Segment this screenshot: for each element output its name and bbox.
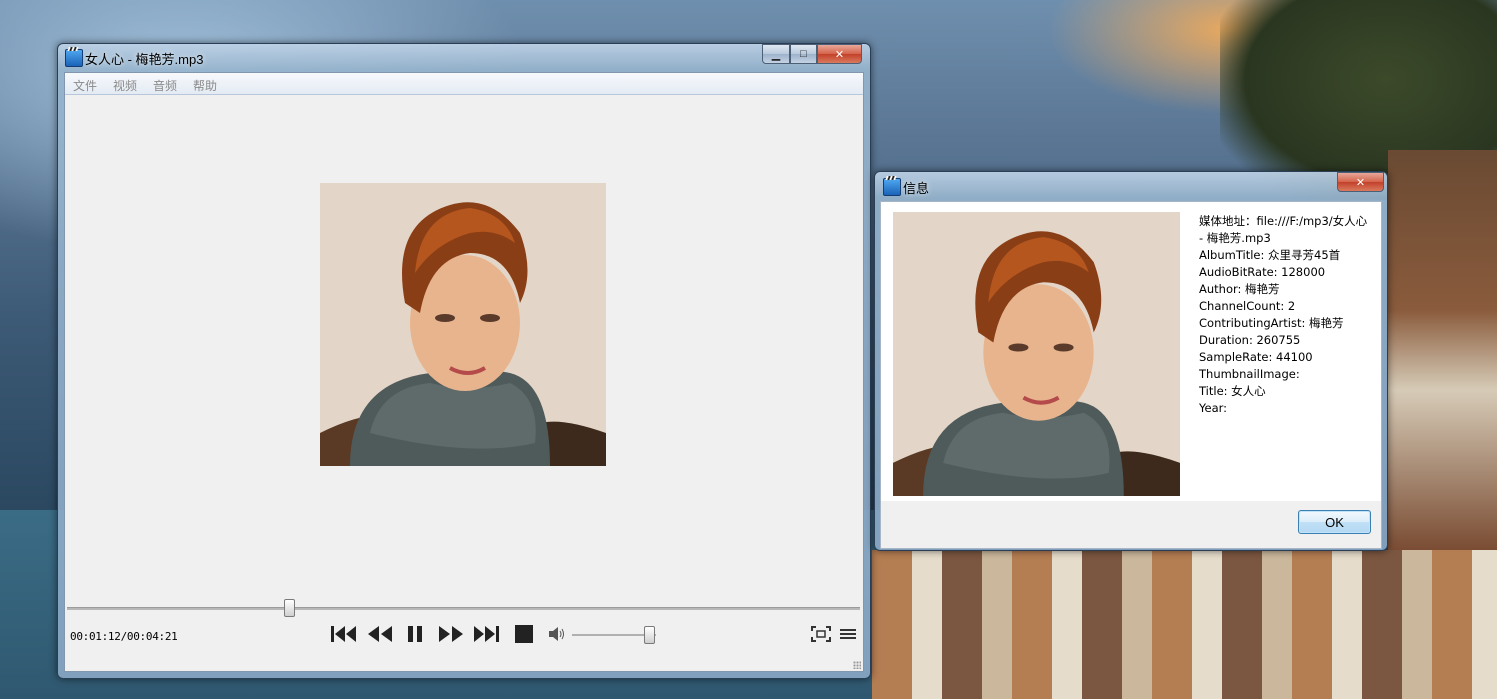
minimize-button[interactable]: ▁ [762, 44, 790, 64]
ok-button[interactable]: OK [1298, 510, 1371, 534]
metadata-thumbnail-image: ThumbnailImage: [1199, 367, 1300, 381]
resize-grip[interactable] [853, 661, 861, 669]
metadata-audio-bitrate: AudioBitRate: 128000 [1199, 265, 1326, 279]
clapperboard-icon [883, 178, 901, 196]
metadata-album-title: AlbumTitle: 众里寻芳45首 [1199, 248, 1341, 262]
info-client-area: 媒体地址：file:///F:/mp3/女人心 - 梅艳芳.mp3 AlbumT… [880, 201, 1382, 549]
time-display: 00:01:12/00:04:21 [70, 630, 178, 643]
fullscreen-button[interactable] [810, 624, 832, 644]
fast-forward-button[interactable] [437, 624, 465, 644]
stop-button[interactable] [513, 624, 535, 644]
desktop-town [872, 550, 1497, 699]
pause-icon [408, 626, 422, 642]
volume-handle[interactable] [644, 626, 656, 644]
menu-bar: 文件 视频 音频 帮助 [65, 73, 863, 95]
clapperboard-icon [65, 49, 83, 67]
menu-audio[interactable]: 音频 [145, 73, 185, 94]
metadata-list: 媒体地址：file:///F:/mp3/女人心 - 梅艳芳.mp3 AlbumT… [1199, 213, 1369, 417]
fullscreen-icon [811, 626, 831, 642]
menu-file[interactable]: 文件 [65, 73, 105, 94]
metadata-media-url: 媒体地址：file:///F:/mp3/女人心 - 梅艳芳.mp3 [1199, 214, 1368, 245]
rewind-button[interactable] [366, 624, 394, 644]
metadata-author: Author: 梅艳芳 [1199, 282, 1280, 296]
player-titlebar[interactable]: 女人心 - 梅艳芳.mp3 ▁ □ ✕ [58, 44, 870, 70]
player-title: 女人心 - 梅艳芳.mp3 [85, 52, 204, 67]
info-cover-image [893, 212, 1180, 496]
metadata-duration: Duration: 260755 [1199, 333, 1301, 347]
info-close-button[interactable]: ✕ [1337, 172, 1384, 192]
desktop-houses [1388, 150, 1497, 550]
pause-button[interactable] [405, 624, 425, 644]
metadata-channel-count: ChannelCount: 2 [1199, 299, 1296, 313]
metadata-contributing-artist: ContributingArtist: 梅艳芳 [1199, 316, 1344, 330]
volume-icon [549, 627, 564, 641]
rewind-icon [368, 626, 392, 642]
minimize-icon: ▁ [771, 48, 781, 61]
fast-forward-icon [439, 626, 463, 642]
seek-bar[interactable] [67, 607, 860, 610]
album-cover-image [320, 183, 606, 466]
close-button[interactable]: ✕ [817, 44, 862, 64]
next-button[interactable] [473, 624, 501, 644]
maximize-icon: □ [800, 48, 807, 60]
info-title: 信息 [903, 181, 930, 196]
player-client-area: 文件 视频 音频 帮助 00:01:12/00:04:21 [64, 72, 864, 672]
player-caption-buttons: ▁ □ ✕ [762, 44, 862, 64]
info-content-panel: 媒体地址：file:///F:/mp3/女人心 - 梅艳芳.mp3 AlbumT… [881, 202, 1381, 501]
info-caption-buttons: ✕ [1337, 172, 1384, 192]
menu-video[interactable]: 视频 [105, 73, 145, 94]
skip-back-icon [331, 626, 356, 642]
media-player-window: 女人心 - 梅艳芳.mp3 ▁ □ ✕ 文件 视频 音频 帮助 00:01:12… [57, 43, 871, 679]
metadata-title: Title: 女人心 [1199, 384, 1266, 398]
close-icon: ✕ [1355, 176, 1366, 189]
metadata-sample-rate: SampleRate: 44100 [1199, 350, 1313, 364]
info-dialog: 信息 ✕ 媒体地址：file:///F:/mp3/女人心 - 梅艳芳.mp3 A… [874, 171, 1388, 551]
previous-button[interactable] [330, 624, 358, 644]
menu-help[interactable]: 帮助 [185, 73, 225, 94]
seek-handle[interactable] [284, 599, 296, 617]
skip-forward-icon [474, 626, 499, 642]
maximize-button[interactable]: □ [790, 44, 817, 64]
volume-button[interactable] [547, 624, 567, 644]
info-titlebar[interactable]: 信息 ✕ [875, 172, 1387, 198]
stop-icon [515, 625, 533, 643]
metadata-year: Year: [1199, 401, 1228, 415]
close-icon: ✕ [834, 48, 845, 61]
playlist-icon [840, 629, 856, 639]
playlist-button[interactable] [838, 624, 858, 644]
